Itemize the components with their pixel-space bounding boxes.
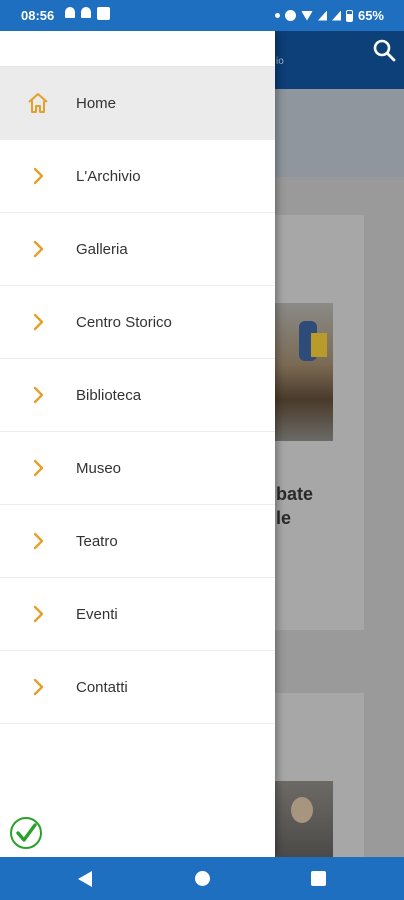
header-subtitle: io bbox=[276, 56, 284, 67]
drawer-item-label: Centro Storico bbox=[76, 313, 172, 331]
drawer-item-contatti[interactable]: Contatti bbox=[0, 651, 275, 724]
drawer-item-home[interactable]: Home bbox=[0, 67, 275, 140]
drawer-item-teatro[interactable]: Teatro bbox=[0, 505, 275, 578]
drawer-header bbox=[0, 31, 275, 67]
drawer-item-label: Home bbox=[76, 94, 117, 112]
system-navigation-bar bbox=[0, 857, 404, 900]
search-icon[interactable] bbox=[372, 38, 398, 64]
news-photo bbox=[271, 303, 333, 441]
drawer-item-biblioteca[interactable]: Biblioteca bbox=[0, 359, 275, 432]
drawer-item-galleria[interactable]: Galleria bbox=[0, 213, 275, 286]
vibrate-icon bbox=[284, 10, 296, 21]
signal-icon bbox=[331, 10, 341, 21]
status-time: 08:56 bbox=[21, 8, 55, 23]
home-icon bbox=[28, 93, 48, 113]
chevron-right-icon bbox=[33, 678, 44, 696]
battery-icon bbox=[345, 9, 353, 22]
drawer-item-label: Contatti bbox=[76, 678, 128, 696]
notification-app-icon bbox=[97, 7, 110, 20]
drawer-item-eventi[interactable]: Eventi bbox=[0, 578, 275, 651]
notification-bell-icon bbox=[81, 7, 91, 18]
navigation-drawer: Home L'Archivio Galleria Centro Storico … bbox=[0, 31, 275, 857]
notification-icons bbox=[65, 7, 110, 20]
chevron-right-icon bbox=[33, 532, 44, 550]
back-icon[interactable] bbox=[78, 871, 92, 887]
drawer-item-label: Teatro bbox=[76, 532, 118, 550]
chevron-right-icon bbox=[33, 605, 44, 623]
chevron-right-icon bbox=[33, 167, 44, 185]
drawer-item-label: Eventi bbox=[76, 605, 118, 623]
system-icons: 65% bbox=[274, 8, 384, 23]
drawer-item-label: Museo bbox=[76, 459, 122, 477]
drawer-item-label: Galleria bbox=[76, 240, 128, 258]
status-bar: 08:56 65% bbox=[0, 0, 404, 31]
drawer-item-centro-storico[interactable]: Centro Storico bbox=[0, 286, 275, 359]
drawer-menu: Home L'Archivio Galleria Centro Storico … bbox=[0, 67, 275, 724]
drawer-item-archivio[interactable]: L'Archivio bbox=[0, 140, 275, 213]
battery-percent: 65% bbox=[357, 8, 384, 23]
home-button-icon[interactable] bbox=[195, 871, 210, 886]
notification-bell-icon bbox=[65, 7, 75, 18]
chevron-right-icon bbox=[33, 386, 44, 404]
signal-icon bbox=[317, 10, 327, 21]
chevron-right-icon bbox=[33, 240, 44, 258]
dot-icon bbox=[274, 13, 280, 18]
drawer-item-label: L'Archivio bbox=[76, 167, 141, 185]
drawer-item-label: Biblioteca bbox=[76, 386, 142, 404]
drawer-item-museo[interactable]: Museo bbox=[0, 432, 275, 505]
recent-apps-icon[interactable] bbox=[311, 871, 326, 886]
wifi-icon bbox=[300, 10, 313, 21]
chevron-right-icon bbox=[33, 313, 44, 331]
check-icon[interactable] bbox=[9, 816, 43, 850]
news-photo bbox=[271, 781, 333, 857]
news-card-title: bate le bbox=[276, 484, 314, 528]
chevron-right-icon bbox=[33, 459, 44, 477]
